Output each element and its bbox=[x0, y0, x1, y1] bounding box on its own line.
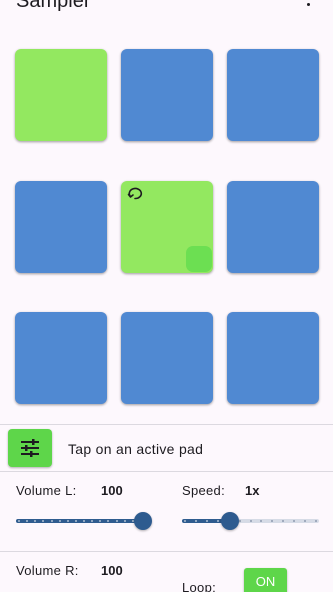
slider-tick bbox=[205, 520, 208, 522]
slider-thumb[interactable] bbox=[221, 512, 240, 530]
divider bbox=[0, 551, 333, 552]
slider-tick bbox=[123, 520, 126, 522]
settings-button[interactable] bbox=[8, 429, 52, 467]
loop-label: Loop: bbox=[182, 580, 217, 592]
divider bbox=[0, 424, 333, 425]
slider-tick bbox=[18, 520, 20, 522]
pad-4[interactable] bbox=[15, 181, 107, 273]
divider bbox=[0, 471, 333, 472]
hint-text: Tap on an active pad bbox=[68, 441, 204, 457]
pad-9[interactable] bbox=[227, 312, 319, 404]
volume-l-value: 100 bbox=[101, 483, 123, 498]
tune-icon bbox=[21, 439, 39, 457]
slider-tick bbox=[50, 520, 53, 522]
slider-tick bbox=[115, 520, 118, 522]
pad-grid bbox=[0, 0, 333, 420]
slider-tick bbox=[194, 520, 197, 522]
pad-3[interactable] bbox=[227, 49, 319, 141]
slider-tick bbox=[83, 520, 85, 522]
slider-thumb[interactable] bbox=[134, 512, 152, 530]
pad-8[interactable] bbox=[121, 312, 213, 404]
volume-r-label: Volume R: bbox=[16, 563, 79, 578]
speed-slider[interactable] bbox=[182, 511, 319, 531]
pad-7[interactable] bbox=[15, 312, 107, 404]
volume-l-label: Volume L: bbox=[16, 483, 77, 498]
volume-l-slider[interactable] bbox=[16, 511, 152, 531]
slider-tick bbox=[249, 520, 252, 522]
loop-icon bbox=[127, 187, 143, 200]
speed-label: Speed: bbox=[182, 483, 226, 498]
volume-r-value: 100 bbox=[101, 563, 123, 578]
playing-indicator bbox=[186, 246, 212, 272]
speed-value: 1x bbox=[245, 483, 260, 498]
slider-tick bbox=[184, 520, 186, 522]
slider-tick bbox=[315, 520, 317, 522]
pad-6[interactable] bbox=[227, 181, 319, 273]
pad-1[interactable] bbox=[15, 49, 107, 141]
pad-5[interactable] bbox=[121, 181, 213, 273]
slider-tick bbox=[74, 520, 77, 522]
slider-tick bbox=[216, 520, 219, 522]
slider-tick bbox=[66, 520, 69, 522]
loop-toggle-button[interactable]: ON bbox=[244, 568, 287, 592]
slider-tick bbox=[58, 520, 61, 522]
pad-2[interactable] bbox=[121, 49, 213, 141]
